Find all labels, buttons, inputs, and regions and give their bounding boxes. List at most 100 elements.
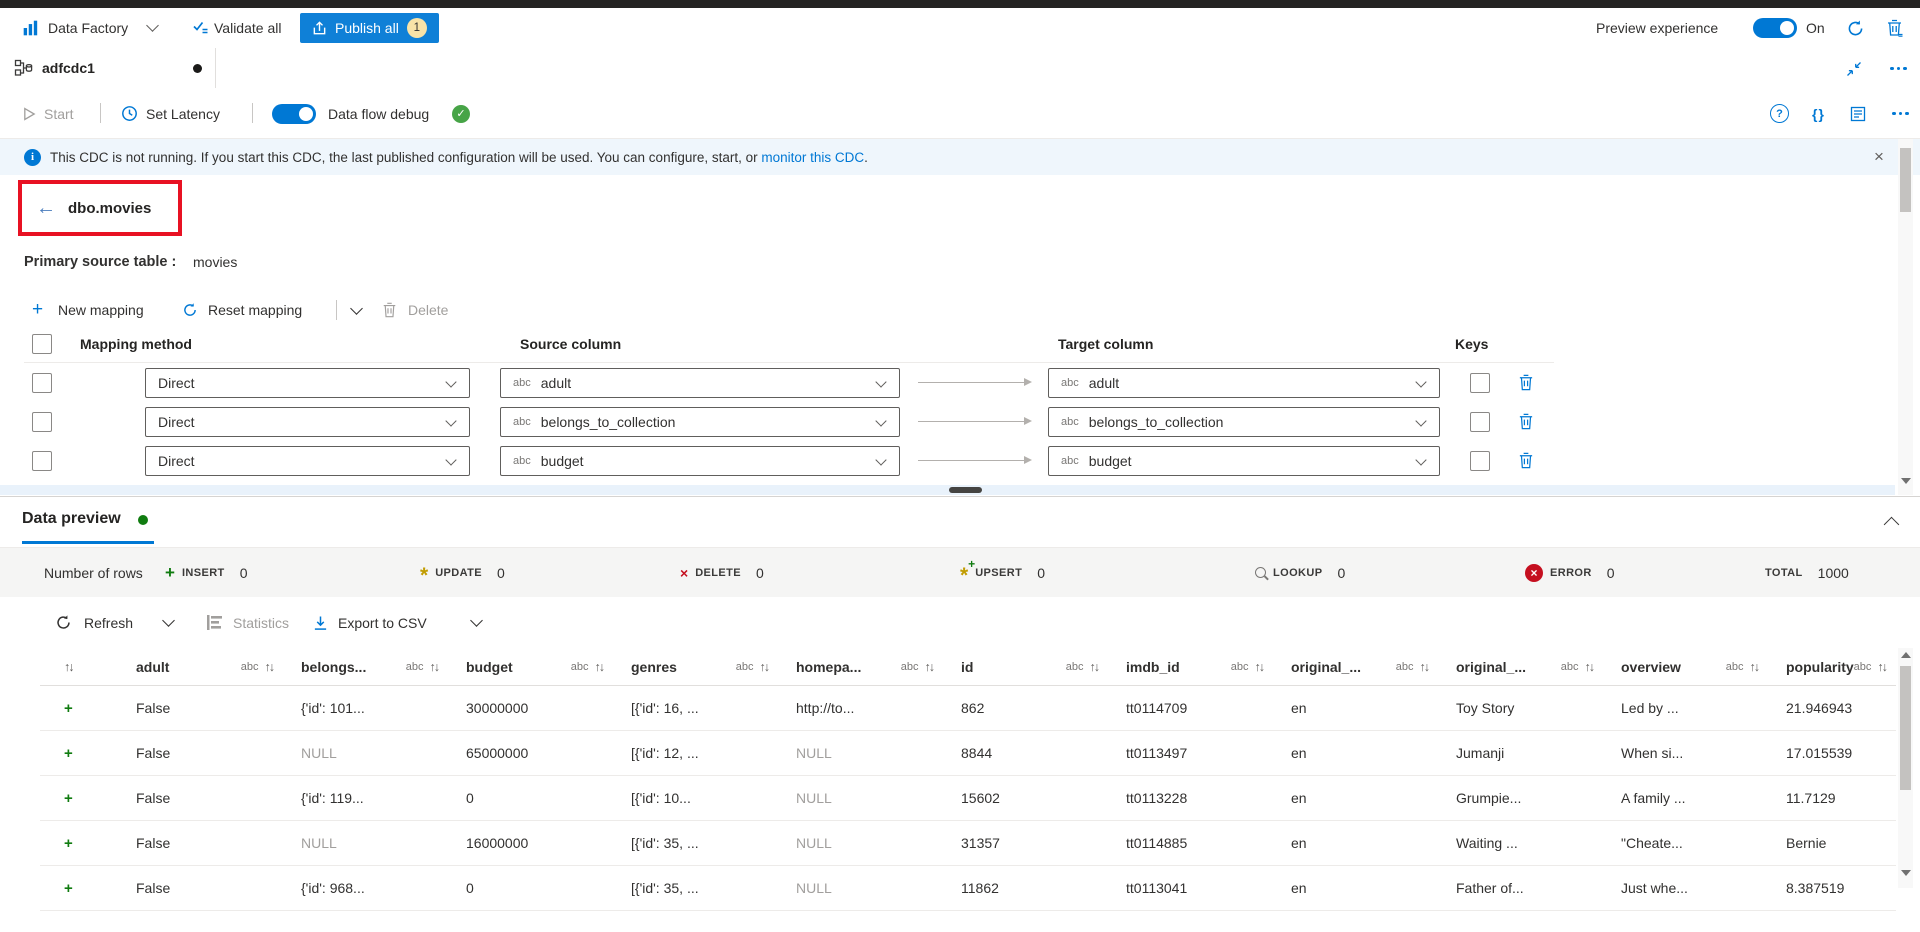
target-column-select[interactable]: abc belongs_to_collection xyxy=(1048,407,1440,437)
upper-scrollbar-down-icon[interactable] xyxy=(1901,478,1911,484)
sort-icon[interactable]: ↑↓ xyxy=(64,660,74,674)
sort-icon[interactable]: ↑↓ xyxy=(1255,660,1265,674)
column-header[interactable]: belongs... abc ↑↓ xyxy=(285,648,450,685)
select-all-checkbox[interactable] xyxy=(32,334,52,354)
delete-row-icon[interactable] xyxy=(1518,452,1534,469)
table-cell: tt0114709 xyxy=(1126,700,1188,716)
keys-checkbox[interactable] xyxy=(1470,412,1490,432)
table-cell: NULL xyxy=(301,745,337,761)
tab-more-options-icon[interactable] xyxy=(1890,48,1907,89)
toolbar-divider xyxy=(252,103,253,123)
horizontal-scrollbar-thumb[interactable] xyxy=(949,487,982,493)
data-flow-debug-toggle[interactable] xyxy=(272,89,316,138)
toolbar-more-options-icon[interactable] xyxy=(1892,89,1909,138)
sort-icon[interactable]: ↑↓ xyxy=(1585,660,1595,674)
annotation-highlight-box: ← dbo.movies xyxy=(18,180,182,236)
preview-experience-toggle[interactable] xyxy=(1753,8,1797,48)
refresh-icon[interactable] xyxy=(1846,8,1865,48)
mapping-actions-chevron-icon[interactable] xyxy=(350,293,363,323)
refresh-options-chevron-icon[interactable] xyxy=(162,595,175,646)
source-column-select[interactable]: abc adult xyxy=(500,368,900,398)
table-cell: NULL xyxy=(796,835,832,851)
upper-scrollbar-thumb[interactable] xyxy=(1900,148,1911,212)
export-csv-button[interactable]: Export to CSV xyxy=(338,597,427,648)
sort-icon[interactable]: ↑↓ xyxy=(430,660,440,674)
source-column-select[interactable]: abc belongs_to_collection xyxy=(500,407,900,437)
column-header[interactable]: original_... abc ↑↓ xyxy=(1440,648,1605,685)
mapping-method-select[interactable]: Direct xyxy=(145,446,470,476)
publish-all-label: Publish all xyxy=(335,20,399,36)
plus-icon: + xyxy=(165,562,175,582)
sort-icon[interactable]: ↑↓ xyxy=(925,660,935,674)
sort-icon[interactable]: ↑↓ xyxy=(1750,660,1760,674)
keys-checkbox[interactable] xyxy=(1470,451,1490,471)
export-options-chevron-icon[interactable] xyxy=(470,595,483,646)
start-button[interactable]: Start xyxy=(44,89,74,138)
mapping-arrow-icon xyxy=(918,456,1032,464)
set-latency-button[interactable]: Set Latency xyxy=(146,89,220,138)
preview-scrollbar-down-icon[interactable] xyxy=(1901,870,1911,876)
publish-all-button[interactable]: Publish all 1 xyxy=(300,13,439,43)
sort-icon[interactable]: ↑↓ xyxy=(595,660,605,674)
expander-column-header[interactable]: ↑↓ xyxy=(40,648,120,685)
sort-icon[interactable]: ↑↓ xyxy=(1877,660,1887,674)
statistics-button[interactable]: Statistics xyxy=(233,597,289,648)
code-view-icon[interactable]: {} xyxy=(1812,89,1825,138)
tab-title: adfcdc1 xyxy=(42,60,95,76)
table-row: + False {'id': 101... 30000000 [{'id': 16, … xyxy=(40,686,1896,731)
column-header[interactable]: original_... abc ↑↓ xyxy=(1275,648,1440,685)
app-switcher-chevron-icon[interactable] xyxy=(146,5,159,45)
column-header[interactable]: imdb_id abc ↑↓ xyxy=(1110,648,1275,685)
mapping-arrow-icon xyxy=(918,417,1032,425)
banner-close-icon[interactable]: × xyxy=(1874,147,1884,167)
collapse-pane-icon[interactable] xyxy=(1846,48,1862,89)
new-mapping-button[interactable]: New mapping xyxy=(58,295,144,325)
expand-row-icon[interactable]: + xyxy=(40,745,120,762)
tab-adfcdc1[interactable]: adfcdc1 xyxy=(0,48,216,88)
expand-row-icon[interactable]: + xyxy=(40,700,120,717)
preview-table-body: + False {'id': 101... 30000000 [{'id': 16, … xyxy=(40,686,1896,911)
mapping-grid-header: Mapping method Source column Target colu… xyxy=(0,332,1920,360)
table-cell: 0 xyxy=(466,880,474,896)
row-select-checkbox[interactable] xyxy=(32,412,52,432)
mapping-arrow-icon xyxy=(918,378,1032,386)
column-header[interactable]: overview abc ↑↓ xyxy=(1605,648,1770,685)
sort-icon[interactable]: ↑↓ xyxy=(1420,660,1430,674)
mapping-method-select[interactable]: Direct xyxy=(145,407,470,437)
properties-icon[interactable] xyxy=(1850,89,1866,138)
column-header[interactable]: adult abc ↑↓ xyxy=(120,648,285,685)
chevron-down-icon xyxy=(445,454,457,466)
source-column-select[interactable]: abc budget xyxy=(500,446,900,476)
data-preview-tab[interactable]: Data preview xyxy=(22,510,121,528)
row-select-checkbox[interactable] xyxy=(32,373,52,393)
sort-icon[interactable]: ↑↓ xyxy=(760,660,770,674)
mapping-method-select[interactable]: Direct xyxy=(145,368,470,398)
target-column-select[interactable]: abc adult xyxy=(1048,368,1440,398)
preview-scrollbar-up-icon[interactable] xyxy=(1901,652,1911,658)
back-arrow-icon[interactable]: ← xyxy=(36,197,56,220)
column-header[interactable]: id abc ↑↓ xyxy=(945,648,1110,685)
sort-icon[interactable]: ↑↓ xyxy=(1090,660,1100,674)
sort-icon[interactable]: ↑↓ xyxy=(265,660,275,674)
column-header[interactable]: genres abc ↑↓ xyxy=(615,648,780,685)
refresh-preview-button[interactable]: Refresh xyxy=(84,597,133,648)
expand-row-icon[interactable]: + xyxy=(40,790,120,807)
help-icon[interactable]: ? xyxy=(1770,89,1789,138)
delete-row-icon[interactable] xyxy=(1518,374,1534,391)
keys-checkbox[interactable] xyxy=(1470,373,1490,393)
column-header[interactable]: popularity abc ↑↓ xyxy=(1770,648,1896,685)
column-header[interactable]: homepa... abc ↑↓ xyxy=(780,648,945,685)
expand-row-icon[interactable]: + xyxy=(40,835,120,852)
delete-row-icon[interactable] xyxy=(1518,413,1534,430)
target-column-select[interactable]: abc budget xyxy=(1048,446,1440,476)
reset-mapping-button[interactable]: Reset mapping xyxy=(208,295,302,325)
row-select-checkbox[interactable] xyxy=(32,451,52,471)
preview-scrollbar-thumb[interactable] xyxy=(1900,666,1911,790)
monitor-cdc-link[interactable]: monitor this CDC xyxy=(761,150,864,165)
discard-all-icon[interactable] xyxy=(1886,8,1903,48)
delete-mapping-button[interactable]: Delete xyxy=(408,295,448,325)
collapse-preview-chevron-icon[interactable] xyxy=(1883,516,1900,533)
validate-all-button[interactable]: Validate all xyxy=(214,8,281,48)
column-header[interactable]: budget abc ↑↓ xyxy=(450,648,615,685)
expand-row-icon[interactable]: + xyxy=(40,880,120,897)
